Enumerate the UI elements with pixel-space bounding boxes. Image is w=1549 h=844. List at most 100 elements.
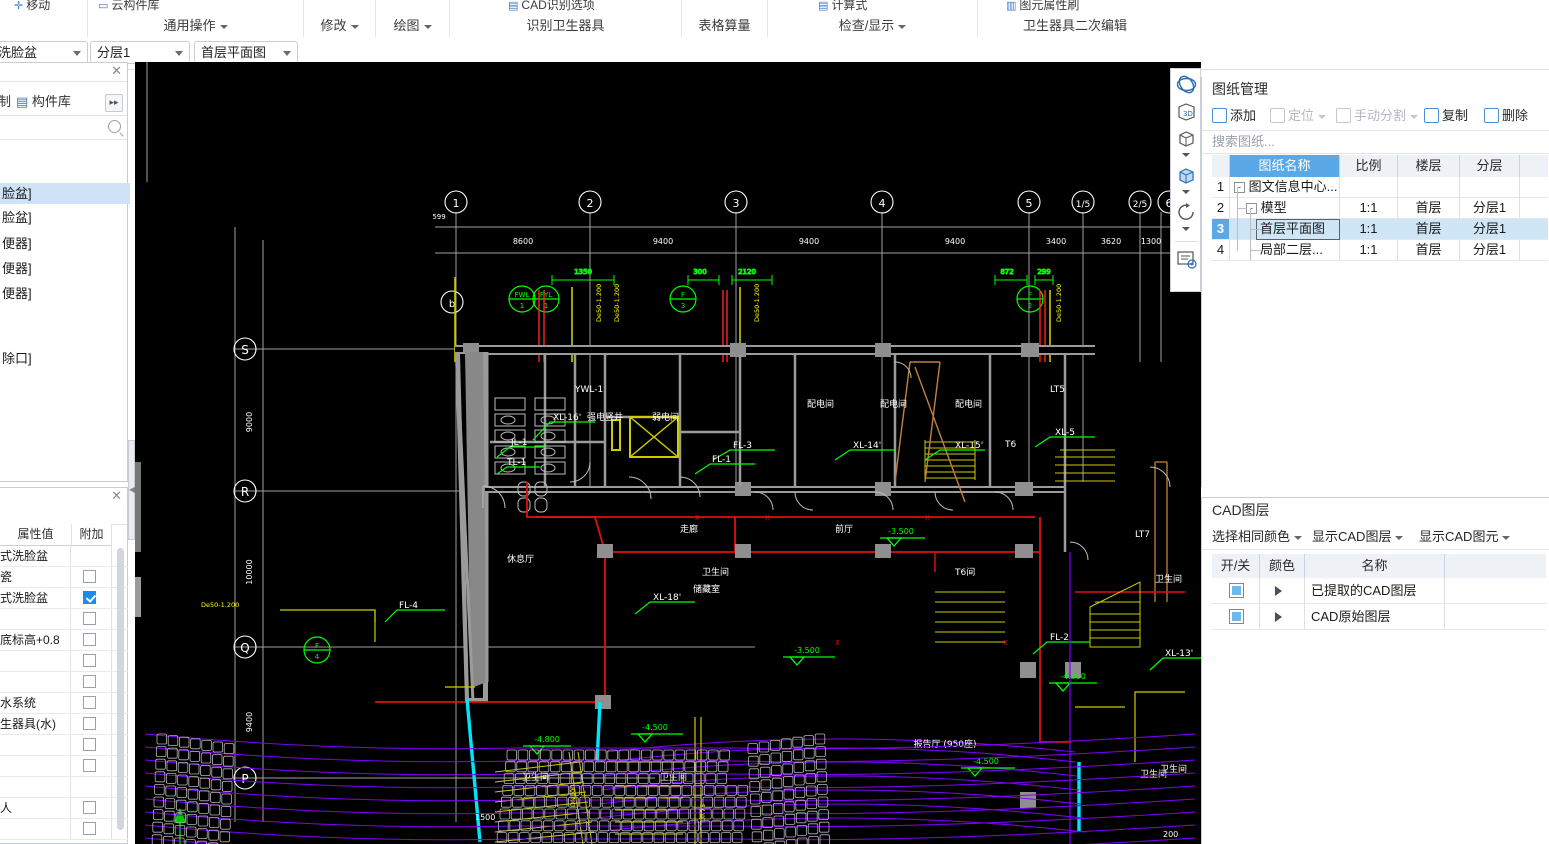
ribbon-group-table-calc[interactable]: 表格算量 [682,0,768,37]
attach-cell[interactable] [72,714,112,734]
ribbon-label-general[interactable]: 通用操作 [88,15,303,34]
list-item[interactable]: 便器] [0,283,130,304]
component-search-input[interactable] [0,115,127,140]
tree-toggle-icon[interactable]: - [1234,182,1245,193]
chevron-down-icon[interactable] [175,51,183,56]
list-item[interactable]: 除口] [0,348,130,369]
locate-drawing-button[interactable]: 定位 [1270,106,1327,126]
box-solid-icon[interactable] [1174,163,1199,188]
view-3d-icon[interactable]: 3D [1174,99,1199,124]
chevron-down-icon[interactable] [423,24,432,29]
table-row[interactable] [0,735,128,756]
select-same-color-button[interactable]: 选择相同颜色 [1212,527,1303,547]
tree-toggle-icon[interactable]: - [1246,203,1257,214]
table-row[interactable]: 已提取的CAD图层 [1212,578,1546,604]
table-row[interactable]: 瓷 [0,567,128,588]
cad-drawing-canvas[interactable]: 123 45 1/5 2/5 6 8600 9400 9400 9400 3400 3620… [135,62,1201,844]
ribbon-group-recognize-sanitary[interactable]: ▤ CAD识别选项 识别卫生器具 [450,0,682,37]
column-header-drawing-name[interactable]: 图纸名称 [1230,155,1340,177]
chevron-down-icon[interactable] [283,51,291,56]
table-row[interactable]: 4 局部二层... 1:1 首层 分层1 [1212,240,1548,261]
show-cad-entity-button[interactable]: 显示CAD图元 [1419,527,1511,547]
ribbon-label-sanitary-secondary-edit[interactable]: 卫生器具二次编辑 [978,15,1172,34]
attach-checkbox[interactable] [83,822,96,835]
legend-view-icon[interactable] [1174,247,1199,272]
onoff-cell[interactable] [1212,578,1260,604]
column-header-floor[interactable]: 楼层 [1398,155,1460,177]
table-row[interactable] [0,672,128,693]
ribbon-label-check-display[interactable]: 检查/显示 [768,15,977,34]
ribbon-label-table-calc[interactable]: 表格算量 [682,15,767,34]
chevron-down-icon[interactable] [1294,535,1303,540]
chevron-down-icon[interactable] [1182,227,1190,231]
attach-checkbox[interactable] [83,570,96,583]
table-row[interactable]: 式洗脸盆 [0,546,128,567]
attach-cell[interactable] [72,693,112,713]
attach-checkbox[interactable] [83,696,96,709]
attach-cell[interactable] [72,672,112,692]
column-header-layer[interactable]: 分层 [1460,155,1520,177]
chevron-down-icon[interactable] [1318,114,1327,119]
layer-visibility-checkbox[interactable] [1229,583,1244,598]
chevron-down-icon[interactable] [1410,114,1419,119]
chevron-down-icon[interactable] [1182,190,1190,194]
orbit-icon[interactable] [1174,72,1199,97]
combo-component-type[interactable]: 式洗脸盆 [0,41,88,64]
attach-cell[interactable] [72,588,112,608]
table-row[interactable]: 水系统 [0,693,128,714]
table-row[interactable]: 3 首层平面图 1:1 首层 分层1 [1212,219,1548,240]
table-row[interactable]: CAD原始图层 [1212,604,1546,630]
cad-drawing-svg[interactable]: 123 45 1/5 2/5 6 8600 9400 9400 9400 3400 3620… [135,62,1201,844]
ribbon-label-draw[interactable]: 绘图 [376,15,449,34]
attach-cell[interactable] [72,819,112,839]
close-icon[interactable]: ✕ [111,64,122,78]
attach-cell[interactable] [72,735,112,755]
show-cad-layer-button[interactable]: 显示CAD图层 [1312,527,1404,547]
layer-name-cell[interactable]: 已提取的CAD图层 [1305,578,1445,604]
copy-drawing-button[interactable]: 复制 [1424,106,1468,126]
attach-cell[interactable] [72,756,112,776]
color-cell[interactable] [1260,604,1305,630]
attach-cell[interactable] [72,651,112,671]
ribbon-group-modify[interactable]: 修改 [304,0,376,37]
ribbon-group-move[interactable]: ✛ 移动 [0,0,88,37]
ribbon-group-general[interactable]: ▭ 云构件库 通用操作 [88,0,304,37]
table-row[interactable]: 底标高+0.8 [0,630,128,651]
tab-component-library[interactable]: ▤ 构件库 [16,91,71,110]
table-row[interactable]: 式洗脸盆 [0,588,128,609]
expand-right-icon[interactable] [1275,612,1282,622]
add-drawing-button[interactable]: 添加 [1212,106,1256,126]
attach-cell[interactable] [72,609,112,629]
expand-right-icon[interactable] [1275,586,1282,596]
ribbon-group-draw[interactable]: 绘图 [376,0,450,37]
attach-checkbox[interactable] [83,633,96,646]
list-item[interactable]: 脸盆] [0,183,130,204]
ribbon-top-item-move[interactable]: ✛ 移动 [0,0,101,13]
attach-checkbox[interactable] [83,612,96,625]
attach-checkbox[interactable] [83,591,96,604]
attach-checkbox[interactable] [83,654,96,667]
table-row[interactable] [0,756,128,777]
attach-checkbox[interactable] [83,675,96,688]
manual-split-button[interactable]: 手动分割 [1336,106,1419,126]
chevron-down-icon[interactable] [1502,535,1511,540]
chevron-down-icon[interactable] [219,24,228,29]
table-row[interactable]: 2 - 模型 1:1 首层 分层1 [1212,198,1548,219]
layer-visibility-checkbox[interactable] [1229,609,1244,624]
layer-name-cell[interactable]: CAD原始图层 [1305,604,1445,630]
column-header-scale[interactable]: 比例 [1340,155,1398,177]
chevron-down-icon[interactable] [73,51,81,56]
attach-cell[interactable] [72,630,112,650]
ribbon-group-check-display[interactable]: ▤ 计算式 检查/显示 [768,0,978,37]
table-row[interactable]: 生器具(水) [0,714,128,735]
box-view-icon[interactable] [1174,126,1199,151]
table-row[interactable] [0,777,128,798]
expand-right-icon[interactable]: ▸▸ [105,94,123,112]
chevron-down-icon[interactable] [1395,535,1404,540]
chevron-down-icon[interactable] [350,24,359,29]
ribbon-top-item-property-brush[interactable]: ▥ 图元属性刷 [978,0,1200,13]
rotate-icon[interactable] [1174,200,1199,225]
attach-checkbox[interactable] [83,717,96,730]
table-row[interactable] [0,609,128,630]
onoff-cell[interactable] [1212,604,1260,630]
